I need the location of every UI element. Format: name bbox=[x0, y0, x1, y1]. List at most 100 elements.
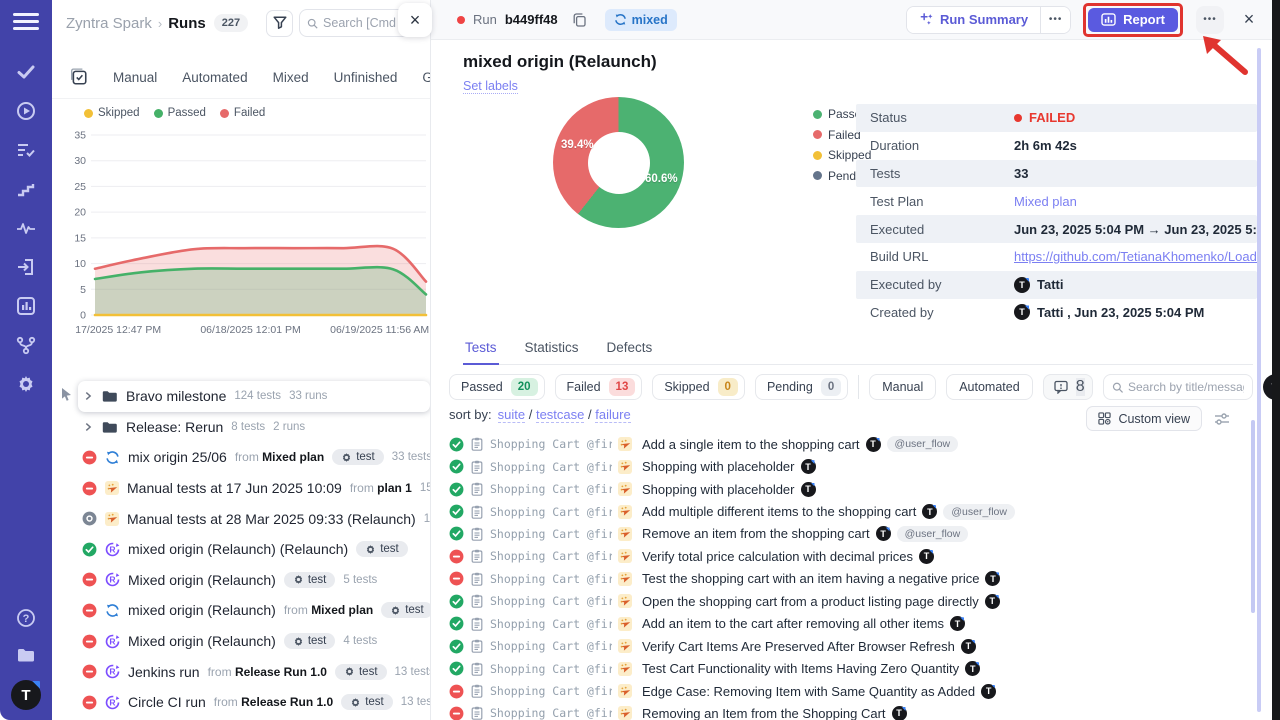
help-icon[interactable]: ? bbox=[14, 606, 38, 630]
test-suite[interactable]: Shopping Cart @firs... bbox=[490, 460, 612, 474]
automated-filter-button[interactable]: Automated bbox=[946, 374, 1032, 400]
run-group-row[interactable]: Bravo milestone124 tests33 runs bbox=[78, 381, 430, 412]
detail-link[interactable]: Mixed plan bbox=[1014, 194, 1077, 209]
copy-icon[interactable] bbox=[572, 12, 587, 27]
steps-icon[interactable] bbox=[14, 177, 38, 201]
tests-scrollbar[interactable] bbox=[1251, 420, 1255, 613]
sort-by-suite[interactable]: suite bbox=[498, 407, 525, 423]
test-title[interactable]: Edge Case: Removing Item with Same Quant… bbox=[642, 684, 975, 699]
play-circle-icon[interactable] bbox=[14, 99, 38, 123]
test-title[interactable]: Add a single item to the shopping cart bbox=[642, 437, 860, 452]
test-suite[interactable]: Shopping Cart @firs... bbox=[490, 639, 612, 653]
test-row[interactable]: Shopping Cart @firs... Verify total price… bbox=[449, 545, 1255, 567]
chevron-right-icon[interactable] bbox=[82, 421, 94, 433]
test-suite[interactable]: Shopping Cart @firs... bbox=[490, 505, 612, 519]
run-row[interactable]: Manual tests at 17 Jun 2025 10:09from pl… bbox=[78, 473, 430, 504]
gear-icon[interactable] bbox=[14, 372, 38, 396]
test-tag[interactable]: @user_flow bbox=[943, 504, 1015, 520]
branch-icon[interactable] bbox=[14, 333, 38, 357]
tab-statistics[interactable]: Statistics bbox=[523, 338, 581, 364]
run-type-badge[interactable]: mixed bbox=[605, 9, 677, 31]
comments-filter-chip[interactable]: 8 bbox=[1043, 374, 1093, 400]
sort-by-testcase[interactable]: testcase bbox=[536, 407, 584, 423]
test-title[interactable]: Removing an Item from the Shopping Cart bbox=[642, 706, 886, 720]
run-plan-ref[interactable]: from plan 1 bbox=[350, 481, 412, 495]
check-icon[interactable] bbox=[14, 60, 38, 84]
test-title[interactable]: Add an item to the cart after removing a… bbox=[642, 616, 944, 631]
panel-close-button[interactable]: × bbox=[398, 3, 432, 37]
test-row[interactable]: Shopping Cart @firs...Test Cart Function… bbox=[449, 657, 1255, 679]
test-row[interactable]: Shopping Cart @firs...Edge Case: Removin… bbox=[449, 680, 1255, 702]
test-row[interactable]: Shopping Cart @firs... Add multiple diffe… bbox=[449, 500, 1255, 522]
test-title[interactable]: Add multiple different items to the shop… bbox=[642, 504, 916, 519]
custom-view-button[interactable]: Custom view bbox=[1086, 406, 1202, 431]
filter-failed[interactable]: Failed13 bbox=[555, 374, 643, 400]
folder-nav-icon[interactable] bbox=[14, 643, 38, 667]
panel-scrollbar[interactable] bbox=[1257, 48, 1261, 712]
filter-skipped[interactable]: Skipped0 bbox=[652, 374, 745, 400]
run-row[interactable]: RJenkins runfrom Release Run 1.0test13 t… bbox=[78, 656, 430, 687]
test-suite[interactable]: Shopping Cart @firs... bbox=[490, 572, 612, 586]
test-tag[interactable]: @user_flow bbox=[897, 526, 969, 542]
activity-icon[interactable] bbox=[14, 216, 38, 240]
run-row[interactable]: RMixed origin (Relaunch)test5 tests bbox=[78, 565, 430, 596]
run-row[interactable]: Manual tests at 28 Mar 2025 09:33 (Relau… bbox=[78, 503, 430, 534]
test-row[interactable]: Shopping Cart @firs... Shopping with plac… bbox=[449, 455, 1255, 477]
run-plan-ref[interactable]: from Release Run 1.0 bbox=[214, 695, 333, 709]
run-row[interactable]: RMixed origin (Relaunch)test4 tests bbox=[78, 626, 430, 657]
test-suite[interactable]: Shopping Cart @firs... bbox=[490, 549, 612, 563]
test-row[interactable]: Shopping Cart @firs... Add a single item … bbox=[449, 433, 1255, 455]
test-row[interactable]: Shopping Cart @firs...Shopping with plac… bbox=[449, 478, 1255, 500]
test-suite[interactable]: Shopping Cart @firs... bbox=[490, 437, 612, 451]
test-title[interactable]: Shopping with placeholder bbox=[642, 482, 795, 497]
run-row[interactable]: RCircle CI runfrom Release Run 1.0test13… bbox=[78, 687, 430, 718]
run-plan-ref[interactable]: from Mixed plan bbox=[235, 450, 324, 464]
test-suite[interactable]: Shopping Cart @firs... bbox=[490, 594, 612, 608]
test-suite[interactable]: Shopping Cart @firs... bbox=[490, 706, 612, 720]
sort-by-failure[interactable]: failure bbox=[595, 407, 630, 423]
tests-search-input[interactable] bbox=[1128, 380, 1244, 394]
run-plan-ref[interactable]: from Release Run 1.0 bbox=[208, 665, 327, 679]
test-row[interactable]: Shopping Cart @firs... Add an item to the… bbox=[449, 613, 1255, 635]
test-title[interactable]: Test Cart Functionality with Items Havin… bbox=[642, 661, 959, 676]
runs-tab-unfinished[interactable]: Unfinished bbox=[334, 70, 398, 85]
test-title[interactable]: Verify Cart Items Are Preserved After Br… bbox=[642, 639, 955, 654]
runs-tab-mixed[interactable]: Mixed bbox=[273, 70, 309, 85]
run-plan-ref[interactable]: from Mixed plan bbox=[284, 603, 373, 617]
sign-in-icon[interactable] bbox=[14, 255, 38, 279]
user-avatar[interactable]: T bbox=[11, 680, 41, 710]
test-suite[interactable]: Shopping Cart @firs... bbox=[490, 617, 612, 631]
bar-chart-icon[interactable] bbox=[14, 294, 38, 318]
test-suite[interactable]: Shopping Cart @firs... bbox=[490, 527, 612, 541]
set-labels-link[interactable]: Set labels bbox=[463, 79, 518, 94]
build-url-link[interactable]: https://github.com/TetianaKhomenko/Load-… bbox=[1014, 249, 1257, 264]
runs-search-input[interactable] bbox=[323, 16, 409, 30]
test-row[interactable]: Shopping Cart @firs... Removing an Item f… bbox=[449, 702, 1255, 720]
runs-tab-automated[interactable]: Automated bbox=[182, 70, 247, 85]
run-summary-button[interactable]: Run Summary bbox=[907, 7, 1040, 33]
breadcrumb-app[interactable]: Zyntra Spark bbox=[66, 15, 152, 32]
chevron-right-icon[interactable] bbox=[82, 390, 94, 402]
test-row[interactable]: Shopping Cart @firs...Remove an item fro… bbox=[449, 523, 1255, 545]
more-actions-button[interactable]: ••• bbox=[1196, 6, 1224, 34]
filter-pending[interactable]: Pending0 bbox=[755, 374, 848, 400]
select-all-icon[interactable] bbox=[70, 68, 88, 86]
test-row[interactable]: Shopping Cart @firs... Test the shopping … bbox=[449, 568, 1255, 590]
sliders-icon[interactable] bbox=[1214, 412, 1230, 426]
test-title[interactable]: Shopping with placeholder bbox=[642, 459, 795, 474]
list-check-icon[interactable] bbox=[14, 138, 38, 162]
manual-filter-button[interactable]: Manual bbox=[869, 374, 936, 400]
run-summary-more-button[interactable]: ••• bbox=[1040, 7, 1070, 33]
runs-tab-manual[interactable]: Manual bbox=[113, 70, 157, 85]
run-group-row[interactable]: Release: Rerun8 tests2 runs bbox=[78, 412, 430, 443]
filter-passed[interactable]: Passed20 bbox=[449, 374, 545, 400]
run-row[interactable]: mixed origin (Relaunch)from Mixed plante… bbox=[78, 595, 430, 626]
tab-defects[interactable]: Defects bbox=[605, 338, 655, 364]
test-title[interactable]: Verify total price calculation with deci… bbox=[642, 549, 913, 564]
test-row[interactable]: Shopping Cart @firs... Verify Cart Items … bbox=[449, 635, 1255, 657]
close-run-button[interactable]: × bbox=[1236, 7, 1262, 33]
menu-icon[interactable] bbox=[13, 10, 39, 32]
test-title[interactable]: Test the shopping cart with an item havi… bbox=[642, 571, 979, 586]
test-tag[interactable]: @user_flow bbox=[887, 436, 959, 452]
test-title[interactable]: Open the shopping cart from a product li… bbox=[642, 594, 979, 609]
